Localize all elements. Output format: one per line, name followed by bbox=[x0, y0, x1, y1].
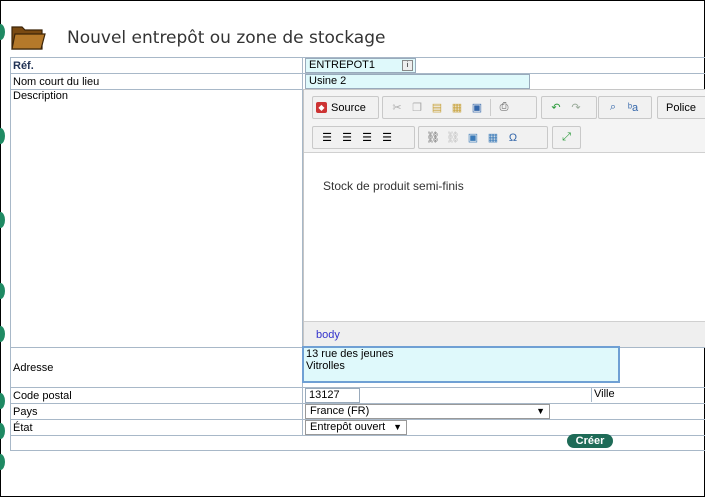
align-justify-icon[interactable]: ☰ bbox=[377, 129, 397, 147]
editor-content: Stock de produit semi-finis bbox=[323, 179, 464, 193]
country-select[interactable]: France (FR) ▼ bbox=[305, 404, 550, 419]
toolbar-find: ⌕ ᵇa bbox=[598, 96, 652, 119]
state-label: État bbox=[10, 419, 303, 436]
find-icon[interactable]: ⌕ bbox=[603, 99, 623, 117]
source-label: Source bbox=[331, 101, 366, 114]
country-value: France (FR) bbox=[310, 405, 370, 417]
paste-icon[interactable]: ▤ bbox=[427, 99, 447, 117]
state-value: Entrepôt ouvert bbox=[310, 421, 386, 433]
table-icon[interactable]: ▦ bbox=[483, 129, 503, 147]
folder-icon bbox=[11, 26, 46, 50]
image-icon[interactable]: ▣ bbox=[463, 129, 483, 147]
page-title: Nouvel entrepôt ou zone de stockage bbox=[67, 28, 386, 48]
postal-label: Code postal bbox=[10, 387, 303, 404]
short-name-value: Usine 2 bbox=[309, 75, 347, 87]
copy-icon[interactable]: ❐ bbox=[407, 99, 427, 117]
address-label: Adresse bbox=[10, 347, 303, 388]
align-right-icon[interactable]: ☰ bbox=[357, 129, 377, 147]
state-select[interactable]: Entrepôt ouvert ▼ bbox=[305, 420, 407, 435]
cut-icon[interactable]: ✂ bbox=[387, 99, 407, 117]
replace-icon[interactable]: ᵇa bbox=[623, 99, 643, 117]
short-name-input[interactable]: Usine 2 bbox=[305, 74, 530, 89]
info-icon[interactable]: i bbox=[402, 60, 413, 71]
unlink-icon[interactable]: ⛓ bbox=[443, 129, 463, 147]
font-select[interactable]: Police bbox=[657, 96, 705, 119]
short-name-label: Nom court du lieu bbox=[10, 73, 303, 90]
source-icon: ◆ bbox=[316, 102, 327, 113]
align-left-icon[interactable]: ☰ bbox=[317, 129, 337, 147]
editor-content-area[interactable]: Stock de produit semi-finis bbox=[304, 152, 705, 321]
source-button[interactable]: ◆ Source bbox=[312, 96, 379, 119]
toolbar-insert: ⛓ ⛓ ▣ ▦ Ω bbox=[418, 126, 548, 149]
editor-path-body[interactable]: body bbox=[316, 329, 340, 341]
redo-icon[interactable]: ↷ bbox=[566, 99, 586, 117]
align-center-icon[interactable]: ☰ bbox=[337, 129, 357, 147]
toolbar-clipboard: ✂ ❐ ▤ ▦ ▣ ⎙ bbox=[382, 96, 537, 119]
ref-label: Réf. bbox=[10, 57, 303, 74]
description-label: Description bbox=[10, 89, 303, 348]
link-icon[interactable]: ⛓ bbox=[423, 129, 443, 147]
dropdown-arrow-icon: ▼ bbox=[536, 406, 545, 416]
toolbar-align: ☰ ☰ ☰ ☰ bbox=[312, 126, 415, 149]
postal-value: 13127 bbox=[309, 389, 340, 401]
dropdown-arrow-icon: ▼ bbox=[393, 422, 402, 432]
toolbar-separator bbox=[490, 99, 491, 116]
toolbar-maximize: ⤢ bbox=[552, 126, 581, 149]
city-label: Ville bbox=[591, 388, 615, 402]
create-button[interactable]: Créer bbox=[567, 434, 613, 448]
maximize-icon[interactable]: ⤢ bbox=[557, 129, 576, 147]
paste-text-icon[interactable]: ▦ bbox=[447, 99, 467, 117]
font-label: Police bbox=[666, 101, 696, 114]
description-editor: ◆ Source ✂ ❐ ▤ ▦ ▣ ⎙ ↶ ↷ ⌕ ᵇa Police ☰ ☰… bbox=[303, 89, 705, 347]
address-textarea[interactable] bbox=[302, 346, 620, 383]
paste-word-icon[interactable]: ▣ bbox=[467, 99, 487, 117]
country-label: Pays bbox=[10, 403, 303, 420]
undo-icon[interactable]: ↶ bbox=[546, 99, 566, 117]
postal-input[interactable]: 13127 bbox=[305, 388, 360, 403]
special-char-icon[interactable]: Ω bbox=[503, 129, 523, 147]
ref-input[interactable]: ENTREPOT1 i bbox=[305, 58, 416, 73]
toolbar-undo: ↶ ↷ bbox=[541, 96, 597, 119]
ref-value: ENTREPOT1 bbox=[309, 59, 376, 71]
editor-path-bar: body bbox=[304, 321, 705, 347]
print-icon[interactable]: ⎙ bbox=[494, 99, 514, 117]
